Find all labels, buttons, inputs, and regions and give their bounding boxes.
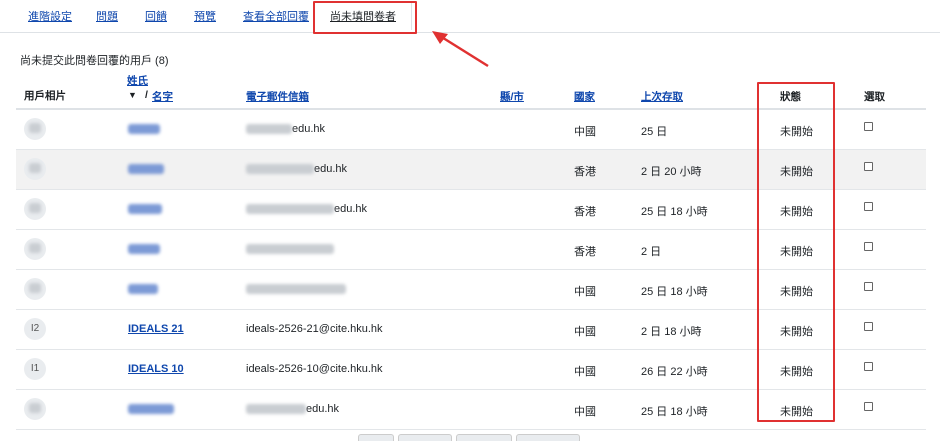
status-highlight-box — [757, 82, 835, 422]
user-country: 中國 — [574, 126, 596, 138]
user-last-access: 26 日 22 小時 — [641, 366, 708, 378]
user-email: ideals-2526-21@cite.hku.hk — [246, 323, 383, 335]
user-country: 中國 — [574, 406, 596, 418]
header-photo: 用戶相片 — [24, 90, 66, 102]
user-last-access: 25 日 — [641, 126, 668, 138]
user-country: 中國 — [574, 326, 596, 338]
sort-desc-icon[interactable]: ▼ — [128, 90, 137, 100]
tab-preview[interactable]: 預覽 — [194, 8, 216, 24]
user-last-access: 25 日 18 小時 — [641, 206, 708, 218]
select-checkbox[interactable] — [864, 402, 873, 411]
page-subtitle: 尚未提交此問卷回覆的用戶 (8) — [20, 55, 169, 67]
header-email[interactable]: 電子郵件信箱 — [246, 89, 309, 104]
user-name-link[interactable]: IDEALS 21 — [128, 323, 184, 335]
user-email: edu.hk — [246, 403, 339, 415]
avatar[interactable] — [24, 238, 46, 260]
user-email — [246, 283, 346, 295]
tab-bar: 進階設定 問題 回饋 預覽 查看全部回覆 尚未填問卷者 — [0, 0, 940, 33]
select-checkbox[interactable] — [864, 122, 873, 131]
user-country: 香港 — [574, 166, 596, 178]
user-email — [246, 243, 334, 255]
avatar[interactable] — [24, 158, 46, 180]
avatar[interactable] — [24, 118, 46, 140]
user-name-link[interactable] — [128, 243, 160, 255]
user-name-link[interactable] — [128, 163, 164, 175]
avatar[interactable] — [24, 398, 46, 420]
avatar[interactable]: I1 — [24, 358, 46, 380]
tab-advanced-settings[interactable]: 進階設定 — [28, 8, 72, 24]
tab-questions[interactable]: 問題 — [96, 8, 118, 24]
user-name-link[interactable] — [128, 403, 174, 415]
user-name-link[interactable]: IDEALS 10 — [128, 363, 184, 375]
user-name-link[interactable] — [128, 283, 158, 295]
select-checkbox[interactable] — [864, 242, 873, 251]
header-last-access[interactable]: 上次存取 — [641, 89, 683, 104]
header-firstname[interactable]: 名字 — [152, 89, 173, 104]
header-slash: / — [145, 89, 148, 101]
avatar[interactable] — [24, 198, 46, 220]
user-name-link[interactable] — [128, 203, 162, 215]
select-checkbox[interactable] — [864, 362, 873, 371]
user-last-access: 2 日 18 小時 — [641, 326, 702, 338]
select-checkbox[interactable] — [864, 282, 873, 291]
select-checkbox[interactable] — [864, 322, 873, 331]
user-name-link[interactable] — [128, 123, 160, 135]
avatar[interactable]: I2 — [24, 318, 46, 340]
user-country: 中國 — [574, 366, 596, 378]
user-country: 香港 — [574, 246, 596, 258]
user-last-access: 2 日 — [641, 246, 662, 258]
header-country[interactable]: 國家 — [574, 89, 595, 104]
user-last-access: 2 日 20 小時 — [641, 166, 702, 178]
header-select: 選取 — [864, 91, 885, 103]
user-email: edu.hk — [246, 203, 367, 215]
header-surname[interactable]: 姓氏 — [127, 73, 148, 88]
select-checkbox[interactable] — [864, 162, 873, 171]
tab-view-all-responses[interactable]: 查看全部回覆 — [243, 8, 309, 24]
user-last-access: 25 日 18 小時 — [641, 406, 708, 418]
tab-feedback[interactable]: 回饋 — [145, 8, 167, 24]
user-country: 中國 — [574, 286, 596, 298]
user-email: ideals-2526-10@cite.hku.hk — [246, 363, 383, 375]
annotation-arrow-icon — [432, 31, 489, 68]
user-last-access: 25 日 18 小時 — [641, 286, 708, 298]
user-country: 香港 — [574, 206, 596, 218]
header-city[interactable]: 縣/市 — [500, 89, 524, 104]
tab-highlight-box — [313, 1, 417, 34]
select-checkbox[interactable] — [864, 202, 873, 211]
user-email: edu.hk — [246, 123, 325, 135]
user-email: edu.hk — [246, 163, 347, 175]
avatar[interactable] — [24, 278, 46, 300]
